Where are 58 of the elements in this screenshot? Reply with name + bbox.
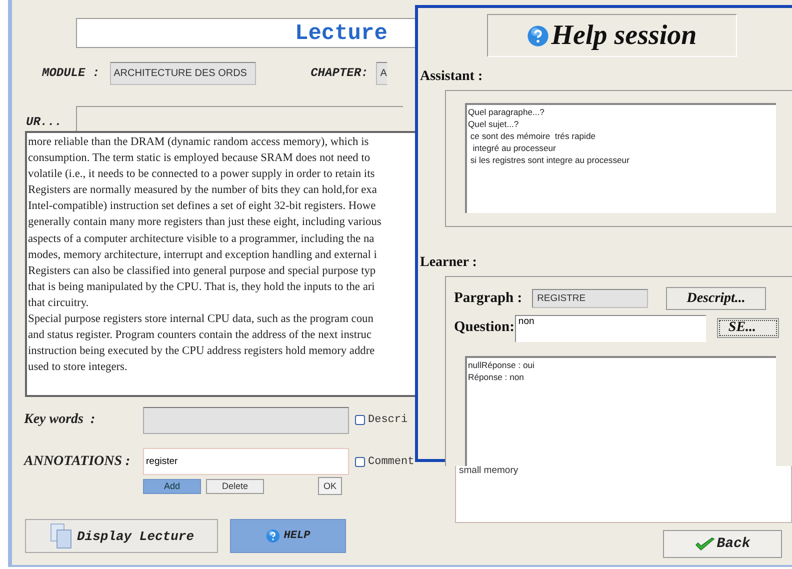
keywords-label: Key words :	[24, 412, 96, 428]
lecture-text-line: generally contain many more registers than just these eight, including various	[28, 215, 382, 230]
assistant-message: ce sont des mémoire trés rapide	[469, 130, 597, 142]
comment-option-label[interactable]: Comment	[368, 456, 414, 468]
help-icon	[527, 24, 550, 46]
display-lecture-button[interactable]: Display Lecture	[25, 519, 218, 553]
help-icon	[266, 529, 280, 543]
lecture-text-line: aspects of a computer architecture visible to a programmer, including the na	[28, 232, 374, 247]
help-session-title: Help session	[551, 20, 697, 52]
lecture-text-line: modes, memory architecture, interrupt and exception handling and external i	[28, 248, 377, 263]
assistant-message: Quel sujet...?	[468, 118, 520, 130]
lecture-text-line: that is being manipulated by the CPU. That is, they hold the inputs to the ari	[28, 280, 375, 295]
annotation-button[interactable]: Delete	[206, 478, 264, 494]
comment-checkbox[interactable]	[354, 456, 366, 468]
response-line: nullRéponse : oui	[468, 359, 536, 371]
send-button[interactable]: SE...	[717, 318, 780, 338]
annotation-button[interactable]: Add	[143, 478, 201, 494]
chapter-field[interactable]: A	[376, 62, 388, 84]
lecture-text-line: Registers can also be classified into general purpose and special purpose typ	[28, 264, 376, 279]
lecture-text-line: that circuitry.	[28, 296, 89, 311]
describe-button[interactable]: Descript...	[666, 287, 766, 310]
lecture-text-line: volatile (i.e., it needs to be connected to a power supply in order to retain its	[28, 167, 375, 182]
documents-icon	[48, 523, 73, 549]
lecture-text-line: consumption. The term static is employed because SRAM does not need to	[28, 151, 370, 166]
module-label: MODULE :	[42, 66, 100, 80]
keywords-field[interactable]	[143, 406, 349, 434]
paragraph-label: Pargraph :	[454, 290, 522, 307]
lecture-text-line: used to store integers.	[28, 360, 128, 376]
description-checkbox[interactable]	[354, 414, 366, 426]
help-button[interactable]: HELP	[230, 519, 346, 553]
back-button[interactable]: Back	[663, 530, 782, 558]
assistant-message: integré au processeur	[472, 142, 557, 154]
description-option-label[interactable]: Descri	[368, 414, 408, 426]
url-field[interactable]	[76, 106, 404, 131]
check-arrow-icon	[694, 537, 715, 551]
lecture-text-line: Registers are normally measured by the number of bits they can hold,for exa	[28, 183, 377, 198]
comment-text: small memory	[459, 465, 518, 476]
lecture-text-line: instruction being executed by the CPU address registers hold memory addre	[28, 344, 375, 360]
lecture-text-line: Intel-compatible) instruction set defines a set of eight 32-bit registers. Howe	[28, 199, 376, 214]
assistant-label: Assistant :	[420, 69, 484, 85]
assistant-message: Quel paragraphe...?	[468, 106, 546, 118]
response-text-area[interactable]: nullRéponse : oui Réponse : non	[465, 356, 776, 466]
assistant-message: si les registres sont integre au processeur	[469, 154, 630, 166]
chapter-label: CHAPTER:	[310, 66, 368, 80]
lecture-text-line: and status register. Program counters contain the address of the next instruc	[28, 328, 372, 344]
question-label: Question:	[454, 319, 514, 336]
lecture-text-area[interactable]	[25, 131, 415, 397]
paragraph-field[interactable]: REGISTRE	[532, 289, 648, 308]
assistant-text-area[interactable]: Quel paragraphe...? Quel sujet...? ce sont des mémoire trés rapide integré au processeur si les registres sont integre au processeur	[465, 103, 776, 213]
ok-button[interactable]: OK	[318, 477, 342, 495]
question-field[interactable]: non	[515, 315, 706, 342]
lecture-text-line: more reliable than the DRAM (dynamic random access memory), which is	[28, 135, 369, 150]
url-label: UR...	[26, 115, 62, 129]
learner-label: Learner :	[420, 255, 478, 271]
annotation-field[interactable]: register	[143, 448, 349, 475]
lecture-text-line: Special purpose registers store internal CPU data, such as the program coun	[28, 312, 374, 328]
module-field[interactable]: ARCHITECTURE DES ORDS	[110, 62, 256, 84]
response-line: Réponse : non	[468, 371, 525, 383]
